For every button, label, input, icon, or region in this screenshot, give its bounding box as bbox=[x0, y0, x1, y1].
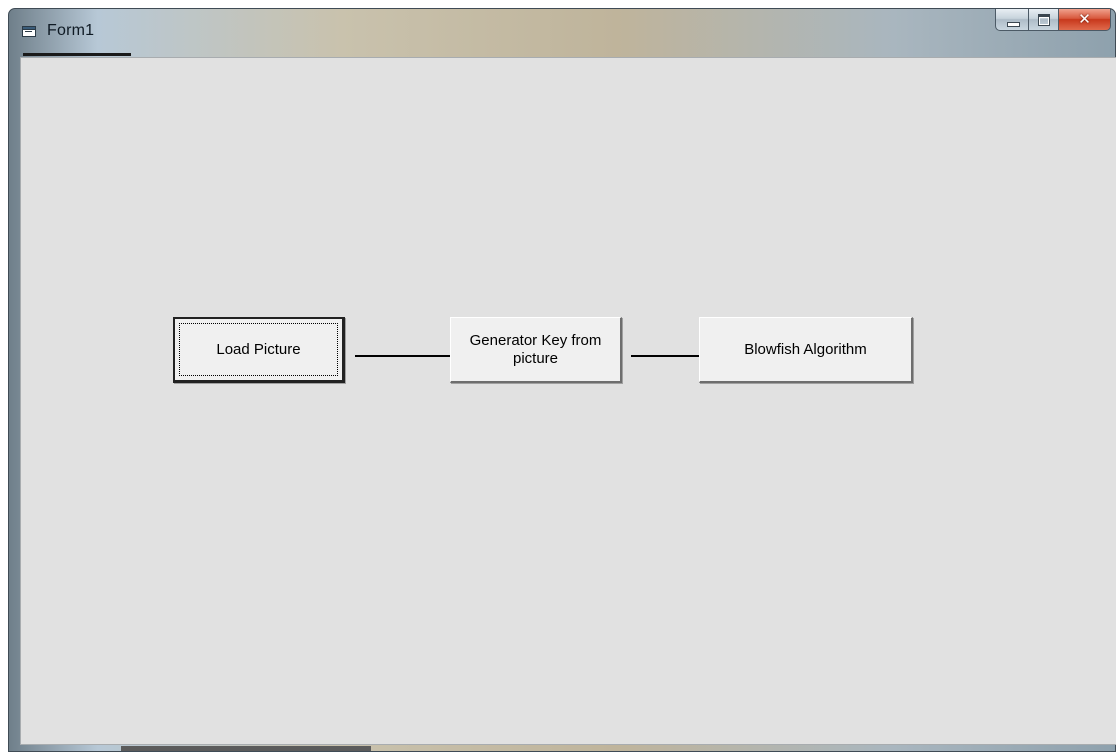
title-accent-strip bbox=[23, 53, 131, 56]
bottom-edge-strip bbox=[121, 746, 371, 751]
form-window-icon bbox=[22, 26, 36, 37]
connector-line-1 bbox=[355, 355, 460, 357]
window-title: Form1 bbox=[47, 22, 95, 39]
title-bar[interactable]: Form1 ✕ bbox=[9, 9, 1115, 57]
form1-window: Form1 ✕ Load Picture Generator Key from … bbox=[8, 8, 1116, 752]
load-picture-label: Load Picture bbox=[216, 340, 301, 358]
blowfish-algorithm-button[interactable]: Blowfish Algorithm bbox=[699, 317, 913, 383]
maximize-button[interactable] bbox=[1029, 9, 1059, 31]
form-client-area: Load Picture Generator Key from picture … bbox=[20, 57, 1116, 745]
generator-key-label: Generator Key from picture bbox=[469, 331, 602, 367]
blowfish-algorithm-label: Blowfish Algorithm bbox=[744, 340, 867, 358]
load-picture-button[interactable]: Load Picture bbox=[173, 317, 345, 383]
generator-key-button[interactable]: Generator Key from picture bbox=[450, 317, 622, 383]
close-icon: ✕ bbox=[1078, 10, 1091, 28]
close-button[interactable]: ✕ bbox=[1059, 9, 1111, 31]
maximize-icon bbox=[1038, 14, 1050, 26]
minimize-icon bbox=[1007, 22, 1020, 27]
minimize-button[interactable] bbox=[995, 9, 1029, 31]
caption-buttons: ✕ bbox=[995, 9, 1111, 33]
